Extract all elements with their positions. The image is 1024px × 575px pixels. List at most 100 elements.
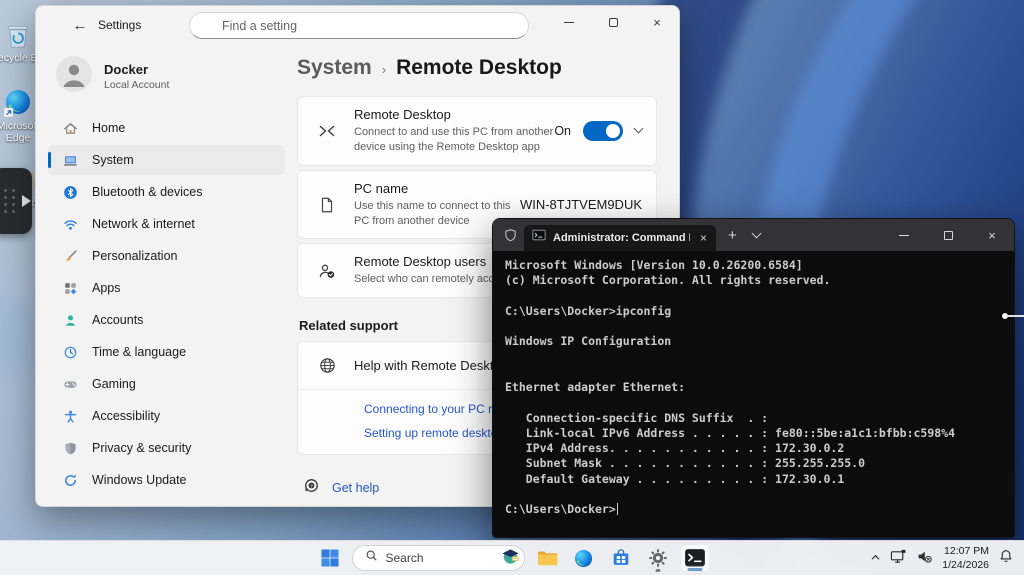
gaming-icon bbox=[62, 376, 78, 392]
terminal-line bbox=[505, 395, 1002, 410]
terminal-tab[interactable]: Administrator: Command Pro × bbox=[524, 225, 716, 251]
tray-date: 1/24/2026 bbox=[942, 559, 989, 573]
settings-nav: Home System Bluetooth & devices Network … bbox=[48, 113, 285, 495]
taskbar: Search bbox=[0, 540, 1024, 575]
terminal-minimize-button[interactable] bbox=[882, 219, 926, 251]
pc-name-value: WIN-8TJTVEM9DUK bbox=[520, 197, 642, 212]
terminal-line: Windows IP Configuration bbox=[505, 334, 1002, 349]
tray-chevron-up-icon[interactable] bbox=[870, 550, 881, 568]
sidebar-item-accounts[interactable]: Accounts bbox=[48, 305, 285, 335]
users-check-icon bbox=[316, 261, 338, 281]
terminal-line: Link-local IPv6 Address . . . . . : fe80… bbox=[505, 426, 1002, 441]
get-help-icon: ? bbox=[303, 477, 320, 499]
terminal-tab-title: Administrator: Command Pro bbox=[553, 232, 690, 244]
terminal-button[interactable] bbox=[680, 544, 710, 572]
breadcrumb: System › Remote Desktop bbox=[297, 56, 657, 80]
terminal-line bbox=[505, 289, 1002, 304]
terminal-maximize-button[interactable] bbox=[926, 219, 970, 251]
card-title: Remote Desktop bbox=[354, 107, 554, 122]
settings-titlebar[interactable]: ← Settings × bbox=[36, 6, 679, 46]
microsoft-store-button[interactable] bbox=[606, 544, 636, 572]
drag-handle-dots-icon bbox=[4, 189, 16, 213]
terminal-cursor bbox=[617, 503, 619, 515]
sidebar-item-windows-update[interactable]: Windows Update bbox=[48, 465, 285, 495]
system-icon bbox=[62, 152, 78, 168]
floating-toolbar[interactable] bbox=[0, 168, 32, 234]
desktop: Recycle Bin Microsoft Edge Shared ← Sett… bbox=[0, 0, 1024, 575]
back-button[interactable]: ← bbox=[68, 15, 92, 37]
terminal-line: Ethernet adapter Ethernet: bbox=[505, 380, 1002, 395]
sidebar-item-system[interactable]: System bbox=[48, 145, 285, 175]
get-help-link[interactable]: Get help bbox=[332, 481, 379, 495]
sidebar-item-gaming[interactable]: Gaming bbox=[48, 369, 285, 399]
mouse-cursor-artifact bbox=[1002, 313, 1024, 318]
cmd-icon bbox=[532, 228, 546, 247]
remote-desktop-connect-icon bbox=[316, 121, 338, 141]
chevron-down-icon[interactable] bbox=[634, 124, 644, 134]
update-icon bbox=[62, 472, 78, 488]
file-explorer-button[interactable] bbox=[532, 544, 562, 572]
new-tab-button[interactable]: + bbox=[728, 227, 737, 244]
terminal-line: (c) Microsoft Corporation. All rights re… bbox=[505, 273, 1002, 288]
start-button[interactable] bbox=[315, 544, 345, 572]
maximize-button[interactable] bbox=[591, 6, 635, 38]
tray-time: 12:07 PM bbox=[942, 545, 989, 559]
admin-shield-icon bbox=[503, 228, 518, 243]
sidebar-item-personalization[interactable]: Personalization bbox=[48, 241, 285, 271]
terminal-window: Administrator: Command Pro × + × Microso… bbox=[492, 218, 1015, 538]
tab-close-icon[interactable]: × bbox=[697, 231, 710, 245]
page-title: Remote Desktop bbox=[396, 56, 562, 80]
sidebar-item-accessibility[interactable]: Accessibility bbox=[48, 401, 285, 431]
minimize-button[interactable] bbox=[547, 6, 591, 38]
card-description: Connect to and use this PC from another … bbox=[354, 125, 554, 155]
terminal-line: Connection-specific DNS Suffix . : bbox=[505, 411, 1002, 426]
card-title: PC name bbox=[354, 181, 520, 196]
terminal-line: Default Gateway . . . . . . . . . : 172.… bbox=[505, 472, 1002, 487]
document-icon bbox=[316, 196, 338, 214]
edge-icon bbox=[3, 88, 33, 118]
avatar bbox=[56, 56, 92, 97]
tab-dropdown-icon[interactable] bbox=[751, 229, 761, 239]
clock[interactable]: 12:07 PM 1/24/2026 bbox=[942, 545, 989, 572]
settings-search-input[interactable] bbox=[189, 12, 529, 39]
terminal-line: C:\Users\Docker>ipconfig bbox=[505, 304, 1002, 319]
terminal-line: Subnet Mask . . . . . . . . . . . : 255.… bbox=[505, 456, 1002, 471]
taskbar-search-box[interactable]: Search bbox=[352, 545, 525, 571]
notification-bell-icon[interactable] bbox=[998, 548, 1014, 569]
tray-network-icon[interactable] bbox=[890, 548, 907, 570]
active-indicator bbox=[687, 568, 702, 571]
tray-volume-muted-icon[interactable] bbox=[916, 548, 933, 570]
terminal-line: IPv4 Address. . . . . . . . . . . : 172.… bbox=[505, 441, 1002, 456]
search-placeholder-text: Search bbox=[386, 551, 492, 565]
sidebar-item-time-language[interactable]: Time & language bbox=[48, 337, 285, 367]
personalization-icon bbox=[62, 248, 78, 264]
sidebar-item-network[interactable]: Network & internet bbox=[48, 209, 285, 239]
sidebar-item-apps[interactable]: Apps bbox=[48, 273, 285, 303]
network-icon bbox=[62, 216, 78, 232]
settings-button[interactable] bbox=[643, 544, 673, 572]
sidebar-item-bluetooth[interactable]: Bluetooth & devices bbox=[48, 177, 285, 207]
sidebar-item-privacy-security[interactable]: Privacy & security bbox=[48, 433, 285, 463]
help-item-label: Help with Remote Desktop bbox=[354, 358, 508, 373]
bluetooth-icon bbox=[62, 184, 78, 200]
user-profile[interactable]: Docker Local Account bbox=[48, 50, 285, 111]
selection-indicator bbox=[48, 152, 51, 168]
edge-button[interactable] bbox=[569, 544, 599, 572]
breadcrumb-parent[interactable]: System bbox=[297, 56, 372, 80]
close-button[interactable]: × bbox=[635, 6, 679, 38]
terminal-line: Microsoft Windows [Version 10.0.26200.65… bbox=[505, 258, 1002, 273]
terminal-output[interactable]: Microsoft Windows [Version 10.0.26200.65… bbox=[493, 251, 1014, 538]
terminal-close-button[interactable]: × bbox=[970, 219, 1014, 251]
running-indicator bbox=[655, 569, 660, 572]
remote-desktop-toggle[interactable] bbox=[583, 121, 623, 141]
terminal-line bbox=[505, 487, 1002, 502]
settings-app-title: Settings bbox=[98, 18, 141, 32]
apps-icon bbox=[62, 280, 78, 296]
terminal-titlebar[interactable]: Administrator: Command Pro × + × bbox=[493, 219, 1014, 251]
sidebar-item-home[interactable]: Home bbox=[48, 113, 285, 143]
play-icon[interactable] bbox=[22, 195, 31, 207]
accounts-icon bbox=[62, 312, 78, 328]
privacy-icon bbox=[62, 440, 78, 456]
terminal-line bbox=[505, 350, 1002, 365]
remote-desktop-card[interactable]: Remote Desktop Connect to and use this P… bbox=[297, 96, 657, 166]
